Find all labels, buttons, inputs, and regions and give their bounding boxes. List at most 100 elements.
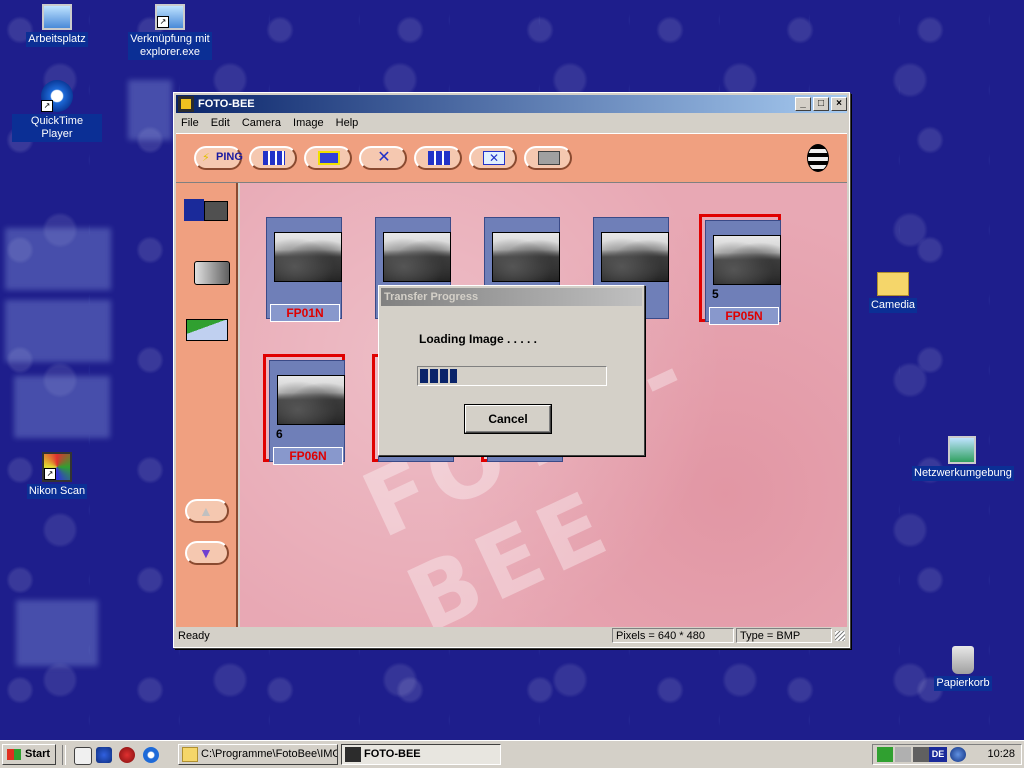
- download-button[interactable]: [304, 146, 352, 170]
- taskbar-divider: [62, 745, 66, 765]
- thumbnail-selected[interactable]: 6 FP06N: [263, 354, 345, 465]
- thumbnails-button[interactable]: [249, 146, 297, 170]
- delete-x-icon: ✕: [377, 149, 391, 166]
- desktop-icon-label: Nikon Scan: [26, 484, 88, 499]
- start-label: Start: [25, 748, 51, 760]
- thumbnail-name: FP06N: [273, 447, 343, 465]
- monitor-icon: [204, 201, 228, 221]
- network-icon: [948, 436, 976, 464]
- desktop-icon-arbeitsplatz[interactable]: Arbeitsplatz: [12, 4, 102, 47]
- progress-bar: [417, 366, 607, 386]
- desktop-icon-label: Netzwerkumgebung: [912, 466, 1014, 481]
- save-button[interactable]: [184, 197, 230, 227]
- clock[interactable]: 10:28: [987, 745, 1015, 764]
- photo-thumbnail: [601, 232, 669, 282]
- transfer-progress-dialog: Transfer Progress Loading Image . . . . …: [378, 285, 645, 456]
- floppy-icon: [184, 199, 204, 221]
- delete-x-icon: ✕: [483, 151, 505, 165]
- loading-message: Loading Image . . . . .: [419, 332, 538, 346]
- scroll-down-button[interactable]: ▼: [185, 541, 229, 565]
- shortcut-arrow-icon: ↗: [157, 16, 169, 28]
- arrow-down-icon: ▼: [199, 545, 213, 561]
- sidebar: ▲ ▼: [176, 183, 238, 627]
- desktop-icon-quicktime[interactable]: ↗ QuickTime Player: [12, 80, 102, 142]
- desktop-icon-label: Camedia: [868, 298, 918, 313]
- scan-button[interactable]: [184, 313, 230, 343]
- menu-camera[interactable]: Camera: [242, 117, 281, 129]
- toolbar: ⚡ PING ✕ ✕: [176, 133, 847, 183]
- show-desktop-icon[interactable]: [74, 747, 92, 765]
- desktop-icon-nikon-scan[interactable]: ↗ Nikon Scan: [12, 452, 102, 499]
- status-pixels: Pixels = 640 * 480: [612, 628, 734, 643]
- taskbar-item-folder[interactable]: C:\Programme\FotoBee\IMG: [178, 744, 338, 765]
- foto-bee-app-icon: [345, 747, 361, 762]
- disconnected-network-icon[interactable]: [913, 747, 929, 762]
- cancel-button[interactable]: Cancel: [465, 405, 551, 433]
- taskbar-item-foto-bee[interactable]: FOTO-BEE: [341, 744, 501, 765]
- grid-icon: [263, 151, 285, 165]
- desktop-icon-papierkorb[interactable]: Papierkorb: [918, 646, 1008, 691]
- taskbar: Start C:\Programme\FotoBee\IMG FOTO-BEE …: [0, 740, 1024, 768]
- menu-help[interactable]: Help: [336, 117, 359, 129]
- desktop-icon-explorer-shortcut[interactable]: ↗ Verknüpfung mit explorer.exe: [125, 4, 215, 60]
- desktop-icon-camedia[interactable]: Camedia: [848, 266, 938, 313]
- quicktime-icon[interactable]: [143, 747, 159, 763]
- thumbnail-number: 6: [276, 427, 283, 441]
- blurred-desktop-icon: [14, 376, 110, 438]
- desktop-icon-label: QuickTime Player: [12, 114, 102, 142]
- system-tray: DE 10:28: [872, 744, 1022, 765]
- start-button[interactable]: Start: [2, 744, 56, 765]
- computer-icon: [42, 4, 72, 30]
- taskbar-item-label: C:\Programme\FotoBee\IMG: [201, 748, 338, 760]
- foto-bee-app-icon: [178, 96, 194, 112]
- menu-bar: File Edit Camera Image Help: [176, 114, 847, 132]
- minimize-button[interactable]: _: [795, 97, 811, 111]
- menu-file[interactable]: File: [181, 117, 199, 129]
- globe-icon[interactable]: [950, 747, 966, 762]
- select-all-button[interactable]: [414, 146, 462, 170]
- menu-edit[interactable]: Edit: [211, 117, 230, 129]
- ping-button[interactable]: ⚡ PING: [194, 146, 243, 170]
- status-bar: Ready Pixels = 640 * 480 Type = BMP: [176, 627, 847, 645]
- speaker-icon: [538, 151, 560, 165]
- arrow-up-icon: ▲: [199, 503, 213, 519]
- taskbar-item-label: FOTO-BEE: [364, 748, 421, 760]
- desktop-icon-label: Verknüpfung mit explorer.exe: [128, 32, 212, 60]
- delete-button[interactable]: ✕: [359, 146, 407, 170]
- close-button[interactable]: ×: [831, 97, 847, 111]
- window-title: FOTO-BEE: [198, 98, 255, 110]
- blurred-desktop-icon: [16, 600, 98, 666]
- camera-settings-button[interactable]: [524, 146, 572, 170]
- window-titlebar[interactable]: FOTO-BEE _ □ ×: [176, 95, 847, 113]
- thumbnail[interactable]: FP01N: [263, 214, 345, 322]
- nikon-scan-icon: ↗: [42, 452, 72, 482]
- language-indicator[interactable]: DE: [929, 747, 947, 762]
- menu-image[interactable]: Image: [293, 117, 324, 129]
- desktop-icon-netzwerkumgebung[interactable]: Netzwerkumgebung: [912, 436, 1014, 481]
- folder-icon: [877, 272, 909, 296]
- quicktime-icon: ↗: [41, 80, 73, 112]
- status-type: Type = BMP: [736, 628, 832, 643]
- scan-icon: [186, 319, 228, 341]
- desktop-icon-label: Arbeitsplatz: [26, 32, 88, 47]
- blurred-desktop-icon: [128, 80, 172, 140]
- network-icon[interactable]: [877, 747, 893, 762]
- camera-button[interactable]: [184, 255, 230, 285]
- shortcut-arrow-icon: ↗: [41, 100, 53, 112]
- camera-icon: [194, 261, 230, 285]
- photo-thumbnail: [277, 375, 345, 425]
- bee-logo-icon: [799, 140, 835, 176]
- internet-explorer-icon[interactable]: [96, 747, 112, 763]
- real-player-icon[interactable]: [119, 747, 135, 763]
- speaker-icon[interactable]: [895, 747, 911, 762]
- maximize-button[interactable]: □: [813, 97, 829, 111]
- scroll-up-button[interactable]: ▲: [185, 499, 229, 523]
- dialog-title[interactable]: Transfer Progress: [381, 288, 642, 306]
- resize-grip[interactable]: [835, 631, 845, 641]
- progress-fill: [420, 369, 457, 383]
- thumbnail-number: 5: [712, 287, 719, 301]
- thumbnail-selected[interactable]: 5 FP05N: [699, 214, 781, 325]
- photo-thumbnail: [274, 232, 342, 282]
- delete-all-button[interactable]: ✕: [469, 146, 517, 170]
- computer-icon: ↗: [155, 4, 185, 30]
